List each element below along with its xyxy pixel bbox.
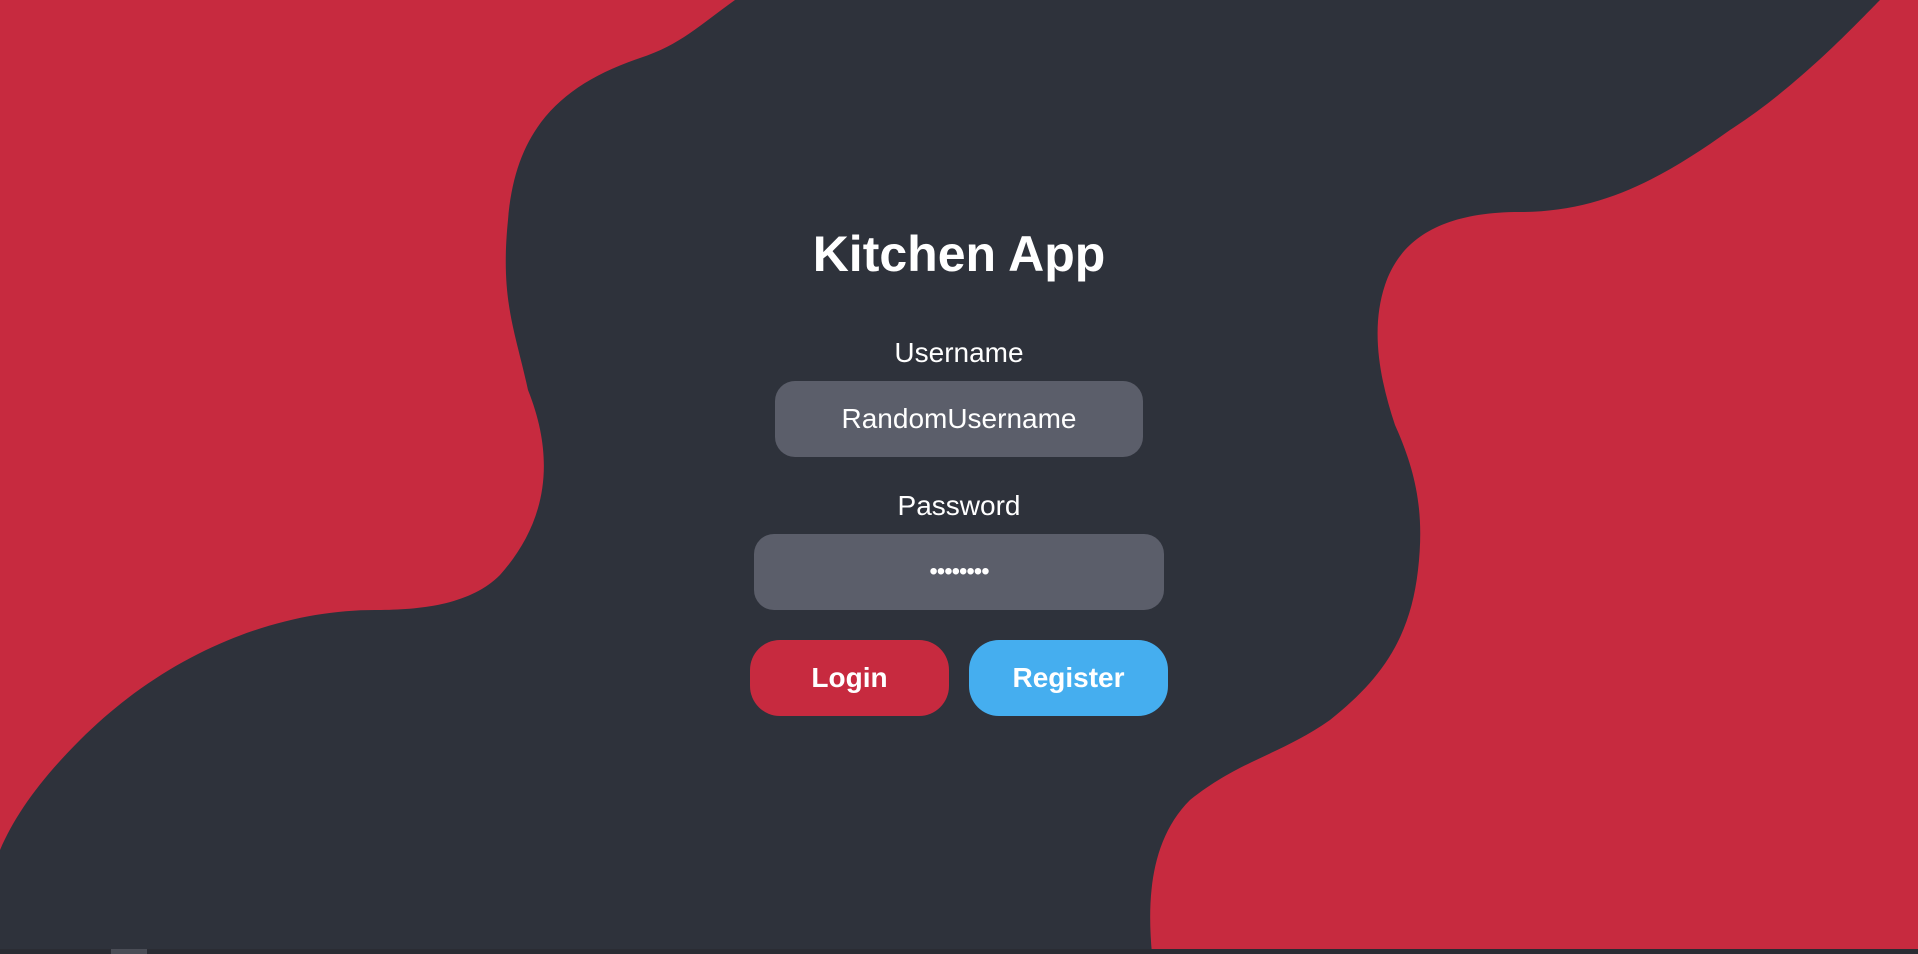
login-form: Kitchen App Username Password Login Regi… — [0, 0, 1918, 954]
register-button[interactable]: Register — [969, 640, 1168, 716]
window-bottom-edge — [0, 949, 1918, 954]
username-label: Username — [894, 337, 1024, 368]
password-input[interactable] — [754, 534, 1164, 610]
login-button[interactable]: Login — [750, 640, 949, 716]
app-title: Kitchen App — [812, 226, 1106, 282]
taskbar-tab — [111, 949, 147, 954]
password-label: Password — [897, 490, 1021, 521]
username-input[interactable] — [775, 381, 1143, 457]
